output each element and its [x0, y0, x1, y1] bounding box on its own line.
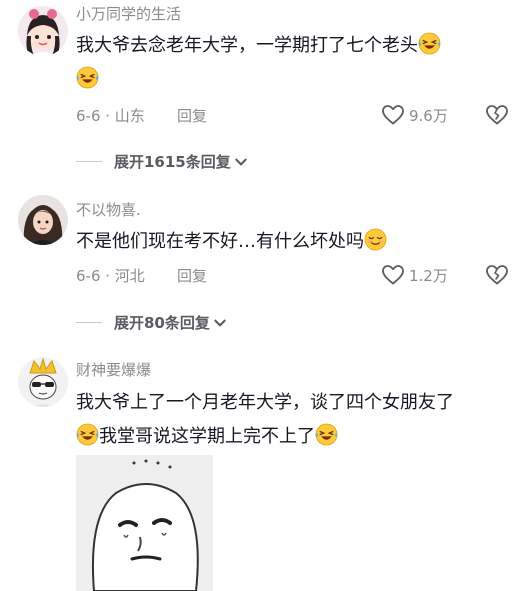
comment-text: 我大爷上了一个月老年大学，谈了四个女朋友了 我堂哥说这学期上完不上了	[76, 386, 506, 454]
expand-replies-button[interactable]: 展开80条回复	[76, 312, 227, 333]
comment-text-line: 我堂哥说这学期上完不上了	[99, 426, 315, 447]
comment-meta: 6-6 · 山东	[76, 107, 145, 125]
chevron-down-icon	[213, 316, 227, 330]
comment-text-line: 不是他们现在考不好…有什么坏处吗	[76, 231, 364, 252]
like-count: 1.2万	[409, 266, 448, 285]
broken-heart-icon	[485, 263, 509, 287]
avatar[interactable]	[18, 6, 68, 56]
comment-meta: 6-6 · 河北	[76, 267, 145, 285]
laugh-cry-emoji-icon	[76, 66, 99, 89]
comment-text-line: 我大爷去念老年大学，一学期打了七个老头	[76, 35, 418, 56]
expand-replies-label: 展开1615条回复	[114, 153, 231, 171]
expand-replies-label: 展开80条回复	[114, 314, 210, 332]
like-button[interactable]: 9.6万	[381, 103, 448, 127]
laugh-cry-emoji-icon	[76, 423, 99, 446]
expand-replies-button[interactable]: 展开1615条回复	[76, 151, 248, 172]
username[interactable]: 财神要爆爆	[76, 359, 151, 380]
like-count: 9.6万	[409, 106, 448, 125]
comment-text: 不是他们现在考不好…有什么坏处吗	[76, 225, 506, 259]
username[interactable]: 小万同学的生活	[76, 3, 181, 24]
heart-icon	[381, 103, 405, 127]
divider-line	[76, 161, 102, 162]
broken-heart-icon	[485, 103, 509, 127]
username[interactable]: 不以物喜.	[76, 199, 141, 220]
avatar[interactable]	[18, 357, 68, 407]
divider-line	[76, 322, 102, 323]
laugh-cry-emoji-icon	[315, 423, 338, 446]
like-button[interactable]: 1.2万	[381, 263, 448, 287]
dislike-button[interactable]	[485, 103, 509, 131]
chevron-down-icon	[234, 155, 248, 169]
relieved-emoji-icon	[364, 228, 387, 251]
dislike-button[interactable]	[485, 263, 509, 291]
avatar[interactable]	[18, 195, 68, 245]
comment-text-line: 我大爷上了一个月老年大学，谈了四个女朋友了	[76, 392, 454, 413]
reply-button[interactable]: 回复	[177, 105, 207, 126]
meme-sticker-image[interactable]	[76, 455, 213, 591]
reply-button[interactable]: 回复	[177, 265, 207, 286]
laugh-cry-emoji-icon	[418, 32, 441, 55]
heart-icon	[381, 263, 405, 287]
comment-text: 我大爷去念老年大学，一学期打了七个老头	[76, 29, 506, 97]
